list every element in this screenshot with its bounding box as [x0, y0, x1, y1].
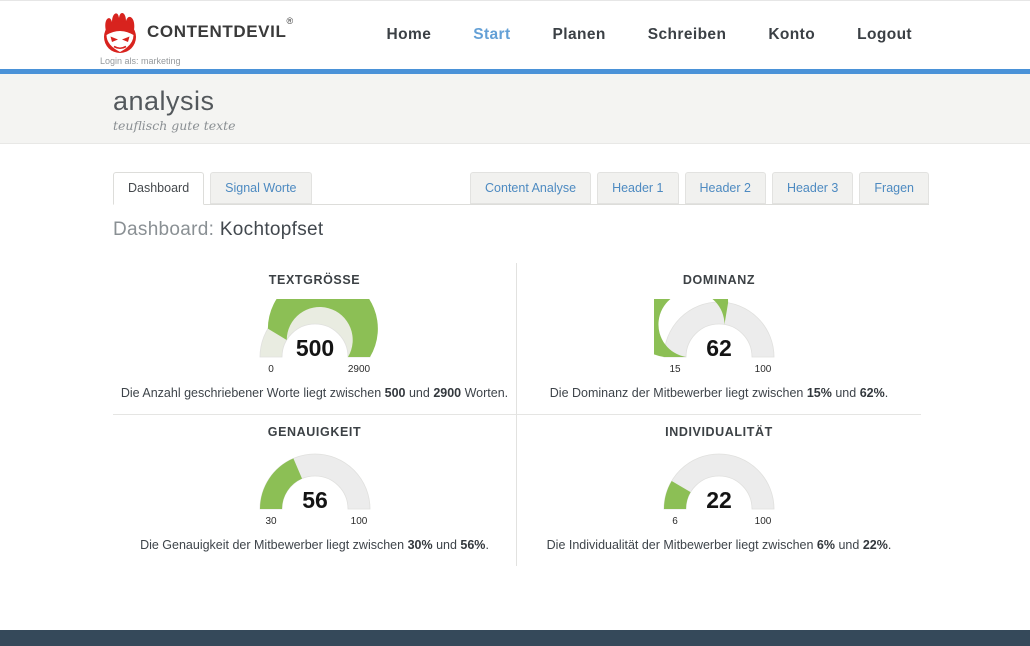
- gauge-grid: TEXTGRÖSSE 500 0 2900 Die Anzahl geschrieben…: [113, 263, 921, 566]
- gauge-max-label: 100: [755, 516, 772, 527]
- gauge-min-label: 15: [669, 364, 681, 375]
- nav-item-konto[interactable]: Konto: [768, 26, 815, 44]
- nav-item-start[interactable]: Start: [473, 26, 510, 44]
- gauge-title: TEXTGRÖSSE: [269, 273, 360, 287]
- gauge-max-label: 2900: [347, 364, 370, 375]
- gauge-title: GENAUIGKEIT: [268, 425, 361, 439]
- gauge-value: 500: [295, 335, 333, 361]
- gauge-panel-genauigkeit: GENAUIGKEIT 56 30 100 Die Genauigkeit der Mi…: [113, 415, 517, 566]
- gauge-value: 22: [706, 487, 732, 513]
- gauge-min-label: 30: [265, 516, 277, 527]
- gauge-chart-dominanz: 62 15 100: [654, 299, 784, 377]
- page-subtitle: teuflisch gute texte: [113, 118, 1030, 133]
- contentdevil-devil-icon: [100, 10, 140, 54]
- top-header: CONTENTDEVIL® Login als: marketing Home S…: [0, 1, 1030, 69]
- tab-dashboard[interactable]: Dashboard: [113, 172, 204, 205]
- dashboard-item-name: Kochtopfset: [220, 219, 324, 240]
- tab-signal-worte[interactable]: Signal Worte: [210, 172, 311, 204]
- nav-item-home[interactable]: Home: [387, 26, 432, 44]
- tab-header-3[interactable]: Header 3: [772, 172, 853, 204]
- gauge-min-label: 6: [672, 516, 678, 527]
- gauge-description: Die Genauigkeit der Mitbewerber liegt zw…: [140, 538, 489, 552]
- registered-mark: ®: [286, 16, 293, 26]
- gauge-value: 62: [706, 335, 732, 361]
- main-nav: Home Start Planen Schreiben Konto Logout: [387, 26, 912, 44]
- gauge-title: DOMINANZ: [683, 273, 755, 287]
- tab-header-1[interactable]: Header 1: [597, 172, 678, 204]
- tabs-row: DashboardSignal Worte Content AnalyseHea…: [113, 172, 929, 205]
- login-as-label: Login als: marketing: [100, 56, 293, 66]
- gauge-panel-dominanz: DOMINANZ 62 15 100 Die Dominanz der Mitbewer…: [517, 263, 921, 415]
- brand[interactable]: CONTENTDEVIL® Login als: marketing: [100, 4, 293, 66]
- tab-content-analyse[interactable]: Content Analyse: [470, 172, 591, 204]
- gauge-chart-textgr-sse: 500 0 2900: [250, 299, 380, 377]
- page: CONTENTDEVIL® Login als: marketing Home S…: [0, 0, 1030, 646]
- tab-group-right: Content AnalyseHeader 1Header 2Header 3F…: [470, 172, 929, 204]
- brand-name: CONTENTDEVIL®: [147, 22, 293, 42]
- gauge-panel-textgr-sse: TEXTGRÖSSE 500 0 2900 Die Anzahl geschrieben…: [113, 263, 517, 415]
- gauge-max-label: 100: [755, 364, 772, 375]
- footer-bar: [0, 630, 1030, 646]
- gauge-max-label: 100: [350, 516, 367, 527]
- gauge-chart-genauigkeit: 56 30 100: [250, 451, 380, 529]
- dashboard-heading: Dashboard: Kochtopfset: [113, 219, 929, 241]
- gauge-description: Die Individualität der Mitbewerber liegt…: [547, 538, 892, 552]
- tab-fragen[interactable]: Fragen: [859, 172, 929, 204]
- gauge-value: 56: [302, 487, 328, 513]
- tab-group-left: DashboardSignal Worte: [113, 172, 312, 204]
- gauge-description: Die Anzahl geschriebener Worte liegt zwi…: [121, 386, 508, 400]
- main-content: DashboardSignal Worte Content AnalyseHea…: [0, 144, 1030, 630]
- tab-header-2[interactable]: Header 2: [685, 172, 766, 204]
- nav-item-planen[interactable]: Planen: [553, 26, 606, 44]
- nav-item-logout[interactable]: Logout: [857, 26, 912, 44]
- nav-item-schreiben[interactable]: Schreiben: [648, 26, 727, 44]
- gauge-panel-individualit-t: INDIVIDUALITÄT 22 6 100 Die Individualität d…: [517, 415, 921, 566]
- gauge-description: Die Dominanz der Mitbewerber liegt zwisc…: [550, 386, 888, 400]
- hero-section: analysis teuflisch gute texte: [0, 74, 1030, 144]
- gauge-title: INDIVIDUALITÄT: [665, 425, 773, 439]
- gauge-min-label: 0: [268, 364, 274, 375]
- gauge-chart-individualit-t: 22 6 100: [654, 451, 784, 529]
- page-title: analysis: [113, 86, 1030, 117]
